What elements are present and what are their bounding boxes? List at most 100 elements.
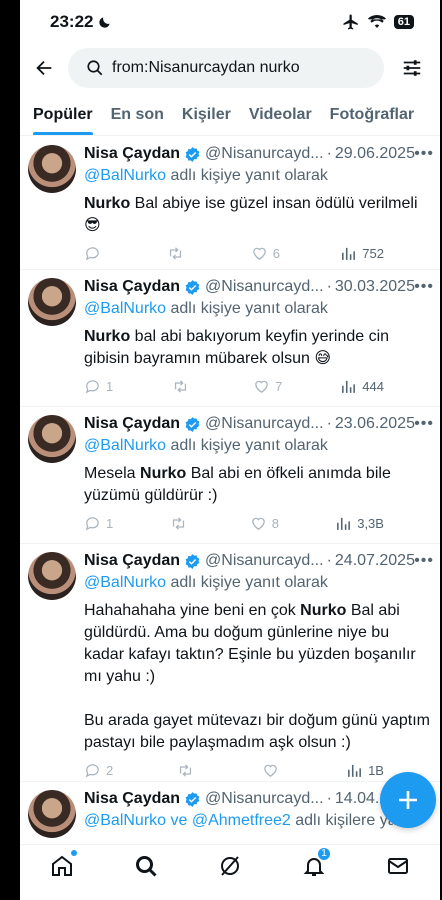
retweet-button[interactable] — [176, 762, 200, 779]
views-icon — [348, 764, 362, 777]
user-handle: @Nisanurcayd... — [205, 790, 324, 807]
tweet[interactable]: Nisa Çaydan @Nisanurcayd... · 30.03.2025… — [20, 270, 440, 407]
tab-latest[interactable]: En son — [98, 94, 164, 135]
search-icon — [87, 60, 103, 76]
tweet-text: Mesela Nurko Bal abi en öfkeli anımda bi… — [84, 465, 391, 504]
more-options-icon[interactable]: ••• — [414, 415, 434, 433]
reply-context: @BalNurko adlı kişiye yanıt olarak — [84, 574, 328, 591]
like-button[interactable] — [262, 762, 284, 779]
reply-button[interactable]: 1 — [84, 378, 113, 395]
views-button[interactable]: 3,3B — [335, 515, 384, 532]
search-settings-button[interactable] — [384, 57, 440, 79]
tweet[interactable]: Nisa Çaydan @Nisanurcayd... · 29.06.2025… — [20, 137, 440, 270]
avatar[interactable] — [28, 552, 76, 600]
reply-button[interactable]: 2 — [84, 762, 113, 779]
views-icon — [342, 247, 356, 260]
nav-explore[interactable] — [126, 851, 166, 881]
bottom-nav: 1 — [20, 844, 440, 900]
battery-indicator: 61 — [393, 15, 414, 29]
views-button[interactable]: 752 — [340, 245, 384, 262]
user-handle: @Nisanurcayd... — [205, 145, 324, 162]
reply-icon — [85, 247, 99, 261]
tweet-actions: 6 752 — [84, 237, 384, 272]
search-input[interactable]: from:Nisanurcaydan nurko — [68, 48, 384, 88]
tweet[interactable]: Nisa Çaydan @Nisanurcayd... · 14.04.20 @… — [20, 782, 440, 844]
heart-icon — [255, 380, 268, 393]
retweet-button[interactable] — [166, 245, 190, 262]
emoji: 😅 — [314, 350, 332, 367]
tweet-text: Nurko Bal abiye ise güzel insan ödülü ve… — [84, 195, 418, 234]
tweet-date: 29.06.2025 — [334, 145, 415, 162]
search-query: from:Nisanurcaydan nurko — [112, 59, 300, 76]
notification-badge: 1 — [317, 846, 331, 861]
nav-home[interactable] — [42, 849, 82, 881]
tweet-text: Nurko bal abi bakıyorum keyfin yerinde c… — [84, 328, 390, 367]
tweet-text: Hahahahaha yine beni en çok Nurko Bal ab… — [84, 602, 416, 685]
back-button[interactable] — [20, 57, 68, 79]
reply-button[interactable]: 1 — [84, 515, 113, 532]
retweet-icon — [173, 517, 185, 530]
moon-icon — [99, 17, 111, 28]
mention-link[interactable]: @BalNurko ve @Ahmetfree2 — [84, 812, 291, 829]
tweet-date: 24.07.2025 — [334, 552, 415, 569]
heart-icon — [251, 517, 265, 530]
user-handle: @Nisanurcayd... — [205, 552, 324, 569]
user-name[interactable]: Nisa Çaydan — [84, 413, 180, 435]
user-handle: @Nisanurcayd... — [205, 278, 324, 295]
like-button[interactable]: 8 — [250, 515, 279, 532]
tweet-text-paragraph: Bu arada gayet mütevazı bir doğum günü y… — [84, 712, 430, 751]
user-name[interactable]: Nisa Çaydan — [84, 276, 180, 298]
reply-button[interactable] — [84, 245, 106, 262]
verified-badge-icon — [184, 279, 201, 296]
home-dot — [71, 849, 77, 856]
reply-icon — [85, 764, 99, 778]
views-icon — [342, 380, 356, 393]
clock: 23:22 — [50, 12, 94, 31]
tweet-date: 30.03.2025 — [334, 278, 415, 295]
mention-link[interactable]: @BalNurko — [84, 167, 166, 184]
like-button[interactable]: 7 — [253, 378, 282, 395]
mention-link[interactable]: @BalNurko — [84, 300, 166, 317]
more-options-icon[interactable]: ••• — [414, 552, 434, 570]
tweet[interactable]: Nisa Çaydan @Nisanurcayd... · 23.06.2025… — [20, 407, 440, 544]
avatar[interactable] — [28, 145, 76, 193]
airplane-icon — [343, 14, 358, 30]
nav-messages[interactable] — [378, 851, 418, 881]
verified-badge-icon — [184, 416, 201, 433]
verified-badge-icon — [184, 146, 201, 163]
user-name[interactable]: Nisa Çaydan — [84, 550, 180, 572]
avatar[interactable] — [28, 278, 76, 326]
tab-videos[interactable]: Videolar — [236, 94, 312, 135]
arrow-left-icon — [36, 60, 52, 76]
views-button[interactable]: 1B — [346, 762, 384, 779]
user-name[interactable]: Nisa Çaydan — [84, 788, 180, 810]
plus-icon — [399, 791, 417, 809]
sliders-icon — [403, 60, 421, 76]
tweet[interactable]: Nisa Çaydan @Nisanurcayd... · 24.07.2025… — [20, 544, 440, 782]
nav-notifications[interactable]: 1 — [294, 846, 334, 881]
compose-button[interactable] — [380, 772, 436, 828]
reply-icon — [85, 380, 99, 394]
tab-popular[interactable]: Popüler — [20, 94, 93, 135]
avatar[interactable] — [28, 415, 76, 463]
retweet-icon — [179, 764, 191, 777]
views-icon — [337, 517, 351, 530]
views-button[interactable]: 444 — [340, 378, 384, 395]
mention-link[interactable]: @BalNurko — [84, 437, 166, 454]
wifi-icon — [367, 15, 386, 28]
avatar[interactable] — [28, 790, 76, 838]
user-handle: @Nisanurcayd... — [205, 415, 324, 432]
more-options-icon[interactable]: ••• — [414, 145, 434, 163]
more-options-icon[interactable]: ••• — [414, 278, 434, 296]
nav-grok[interactable] — [210, 851, 250, 881]
tab-people[interactable]: Kişiler — [169, 94, 231, 135]
retweet-button[interactable] — [171, 378, 195, 395]
tab-photos[interactable]: Fotoğraflar — [317, 94, 414, 135]
retweet-button[interactable] — [169, 515, 193, 532]
like-button[interactable]: 6 — [251, 245, 280, 262]
user-name[interactable]: Nisa Çaydan — [84, 143, 180, 165]
reply-context: @BalNurko adlı kişiye yanıt olarak — [84, 167, 328, 184]
mail-icon — [388, 857, 408, 874]
mention-link[interactable]: @BalNurko — [84, 574, 166, 591]
home-icon — [52, 855, 72, 876]
